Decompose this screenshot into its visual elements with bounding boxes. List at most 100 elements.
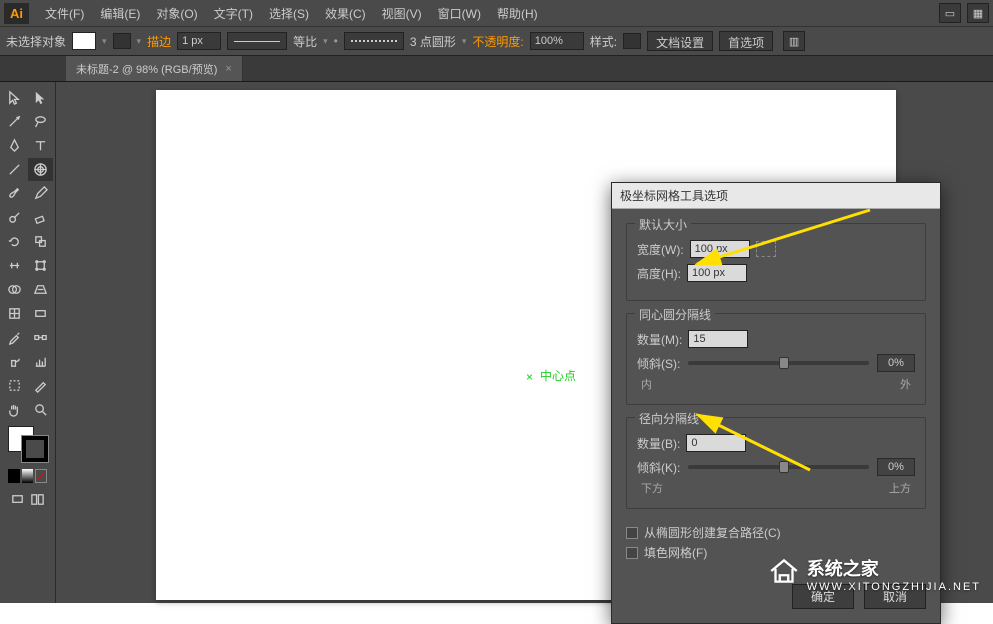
blob-brush-tool[interactable]	[2, 206, 27, 229]
gradient-tool[interactable]	[28, 302, 53, 325]
count-b-label: 数量(B):	[637, 435, 680, 452]
close-icon[interactable]: ×	[225, 63, 231, 75]
fillgrid-checkbox[interactable]	[626, 547, 638, 559]
blend-tool[interactable]	[28, 326, 53, 349]
menu-bar: Ai 文件(F) 编辑(E) 对象(O) 文字(T) 选择(S) 效果(C) 视…	[0, 0, 993, 26]
height-label: 高度(H):	[637, 265, 681, 282]
menu-select[interactable]: 选择(S)	[261, 5, 317, 22]
fill-swatch[interactable]	[72, 32, 96, 50]
count-m-label: 数量(M):	[637, 331, 682, 348]
watermark-name: 系统之家	[807, 559, 879, 579]
eraser-tool[interactable]	[28, 206, 53, 229]
tab-bar: 未标题-2 @ 98% (RGB/预览) ×	[0, 56, 993, 82]
pen-tool[interactable]	[2, 134, 27, 157]
pencil-tool[interactable]	[28, 182, 53, 205]
lasso-tool[interactable]	[28, 110, 53, 133]
none-mode[interactable]	[35, 469, 47, 483]
reset-size-icon[interactable]	[756, 241, 776, 257]
group-title: 径向分隔线	[635, 410, 703, 427]
width-tool[interactable]	[2, 254, 27, 277]
layout-icon[interactable]: ▭	[939, 3, 961, 23]
app-window: Ai 文件(F) 编辑(E) 对象(O) 文字(T) 选择(S) 效果(C) 视…	[0, 0, 993, 603]
magic-wand-tool[interactable]	[2, 110, 27, 133]
solid-mode[interactable]	[8, 469, 20, 483]
free-transform-tool[interactable]	[28, 254, 53, 277]
fillgrid-label: 填色网格(F)	[644, 544, 707, 561]
perspective-tool[interactable]	[28, 278, 53, 301]
artboard-tool[interactable]	[2, 374, 27, 397]
skew-s-label: 倾斜(S):	[637, 355, 680, 372]
screen-mode[interactable]	[8, 488, 27, 511]
document-tab[interactable]: 未标题-2 @ 98% (RGB/预览) ×	[66, 56, 243, 81]
chevron-down-icon[interactable]: ▾	[323, 36, 328, 47]
menu-window[interactable]: 窗口(W)	[430, 5, 489, 22]
menu-type[interactable]: 文字(T)	[206, 5, 261, 22]
default-size-group: 默认大小 宽度(W): 高度(H):	[626, 223, 926, 301]
stroke-weight-input[interactable]	[177, 32, 221, 50]
brush-tool[interactable]	[2, 182, 27, 205]
skew-k-slider[interactable]	[688, 465, 869, 469]
center-point-label: 中心点	[540, 367, 576, 384]
swatch-chevron-icon[interactable]: ▾	[137, 36, 142, 47]
polar-grid-tool[interactable]	[28, 158, 53, 181]
group-title: 默认大小	[635, 216, 691, 233]
scale-tool[interactable]	[28, 230, 53, 253]
watermark-url: WWW.XITONGZHIJIA.NET	[807, 581, 981, 593]
selection-tool[interactable]	[2, 86, 27, 109]
skew-s-left-label: 内	[641, 376, 652, 392]
menu-help[interactable]: 帮助(H)	[489, 5, 546, 22]
brush-sample[interactable]	[227, 32, 287, 50]
skew-s-value: 0%	[877, 354, 915, 372]
concentric-group: 同心圆分隔线 数量(M): 倾斜(S): 0% 内 外	[626, 313, 926, 405]
skew-s-slider[interactable]	[688, 361, 869, 365]
width-label: 宽度(W):	[637, 241, 684, 258]
eyedropper-tool[interactable]	[2, 326, 27, 349]
line-tool[interactable]	[2, 158, 27, 181]
zoom-tool[interactable]	[28, 398, 53, 421]
opacity-input[interactable]	[530, 32, 584, 50]
menu-view[interactable]: 视图(V)	[374, 5, 430, 22]
menu-object[interactable]: 对象(O)	[148, 5, 205, 22]
endpoint-label: 3 点圆形	[410, 33, 456, 50]
skew-k-value: 0%	[877, 458, 915, 476]
type-tool[interactable]	[28, 134, 53, 157]
count-m-input[interactable]	[688, 330, 748, 348]
symbol-sprayer-tool[interactable]	[2, 350, 27, 373]
doc-setup-button[interactable]: 文档设置	[647, 31, 713, 51]
menu-file[interactable]: 文件(F)	[37, 5, 92, 22]
rotate-tool[interactable]	[2, 230, 27, 253]
direct-selection-tool[interactable]	[28, 86, 53, 109]
radial-group: 径向分隔线 数量(B): 倾斜(K): 0% 下方 上方	[626, 417, 926, 509]
change-screen-icon[interactable]	[28, 488, 47, 511]
arrange-icon[interactable]: ▦	[967, 3, 989, 23]
hand-tool[interactable]	[2, 398, 27, 421]
mesh-tool[interactable]	[2, 302, 27, 325]
stroke-color[interactable]	[22, 436, 48, 462]
slice-tool[interactable]	[28, 374, 53, 397]
panel-icon[interactable]: ▥	[783, 31, 805, 51]
count-b-input[interactable]	[686, 434, 746, 452]
menu-edit[interactable]: 编辑(E)	[92, 5, 148, 22]
tab-label: 未标题-2 @ 98% (RGB/预览)	[76, 61, 217, 77]
style-swatch[interactable]	[623, 33, 641, 49]
chevron-down-icon[interactable]: ▾	[462, 36, 467, 47]
compound-checkbox[interactable]	[626, 527, 638, 539]
scale-label: 等比	[293, 33, 317, 50]
width-input[interactable]	[690, 240, 750, 258]
options-bar: 未选择对象 ▾ ▾ 描边 等比 ▾ • 3 点圆形 ▾ 不透明度: 样式: 文档…	[0, 26, 993, 56]
noselect-label: 未选择对象	[6, 33, 66, 50]
height-input[interactable]	[687, 264, 747, 282]
menu-effect[interactable]: 效果(C)	[317, 5, 374, 22]
stroke-swatch[interactable]	[113, 33, 131, 49]
skew-k-label: 倾斜(K):	[637, 459, 680, 476]
gradient-mode[interactable]	[22, 469, 34, 483]
opacity-label: 不透明度:	[472, 33, 523, 50]
graph-tool[interactable]	[28, 350, 53, 373]
fill-stroke-indicator[interactable]	[8, 426, 48, 462]
tools-panel	[0, 82, 56, 603]
swatch-chevron-icon[interactable]: ▾	[102, 36, 107, 47]
prefs-button[interactable]: 首选项	[719, 31, 773, 51]
shape-builder-tool[interactable]	[2, 278, 27, 301]
endpoint-sample[interactable]	[344, 32, 404, 50]
center-point-icon: ×	[526, 370, 533, 384]
